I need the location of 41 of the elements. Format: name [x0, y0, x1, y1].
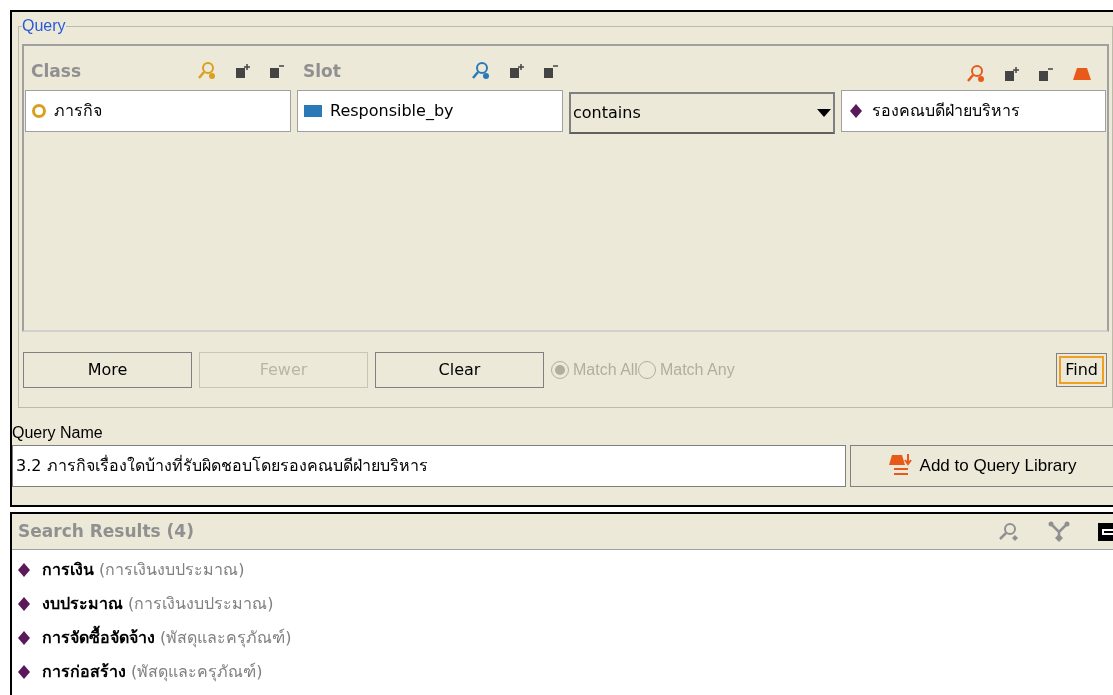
- value-field[interactable]: รองคณบดีฝ่ายบริหาร: [841, 90, 1106, 132]
- class-field[interactable]: ภารกิจ: [25, 90, 291, 132]
- remove-icon[interactable]: [1038, 66, 1054, 82]
- search-icon[interactable]: [966, 64, 986, 84]
- slot-name: Responsible_by: [330, 100, 454, 122]
- panel-title: Search Results (4): [18, 519, 195, 543]
- add-icon[interactable]: [509, 63, 525, 80]
- instance-icon: [18, 665, 30, 679]
- result-item[interactable]: การจัดซื้อจัดจ้าง (พัสดุและครุภัณฑ์): [18, 621, 1113, 655]
- action-button[interactable]: Clear: [375, 352, 544, 388]
- clear-icon[interactable]: [1072, 66, 1092, 82]
- instance-icon: [18, 563, 30, 577]
- field-label: Query Name: [12, 423, 104, 443]
- class-name: ภารกิจ: [54, 100, 102, 122]
- instance-icon: [18, 631, 30, 645]
- panel-toggle-icon[interactable]: [1098, 522, 1113, 541]
- search-icon[interactable]: [471, 61, 491, 82]
- add-icon[interactable]: [235, 63, 251, 80]
- remove-icon[interactable]: [269, 63, 285, 80]
- query-name-field[interactable]: 3.2 ภารกิจเรื่องใดบ้างที่รับผิดชอบโดยรองคณบดีฝ่ายบริหาร: [12, 445, 846, 487]
- action-button[interactable]: More: [23, 352, 192, 388]
- search-icon[interactable]: [998, 521, 1020, 542]
- instance-name: รองคณบดีฝ่ายบริหาร: [872, 100, 1020, 122]
- operator-dropdown[interactable]: contains: [569, 92, 835, 134]
- hierarchy-icon[interactable]: [1048, 520, 1070, 543]
- dropdown-arrow-icon: [817, 109, 831, 117]
- result-item[interactable]: การก่อสร้าง (พัสดุและครุภัณฑ์): [18, 655, 1113, 689]
- column-header: Class: [31, 59, 82, 83]
- instance-icon: [850, 104, 862, 118]
- result-item[interactable]: การเงิน (การเงินงบประมาณ): [18, 553, 1113, 587]
- result-item[interactable]: งบประมาณ (การเงินงบประมาณ): [18, 587, 1113, 621]
- instance-icon: [18, 597, 30, 611]
- slot-icon: [304, 105, 322, 117]
- remove-icon[interactable]: [543, 63, 559, 80]
- column-header: Slot: [303, 59, 342, 83]
- add-to-library-button[interactable]: Add to Query Library: [850, 445, 1113, 487]
- class-icon: [32, 104, 46, 118]
- find-button[interactable]: Find: [1056, 353, 1107, 387]
- group-title: Query: [22, 16, 66, 36]
- slot-field[interactable]: Responsible_by: [297, 90, 563, 132]
- add-icon[interactable]: [1004, 66, 1020, 82]
